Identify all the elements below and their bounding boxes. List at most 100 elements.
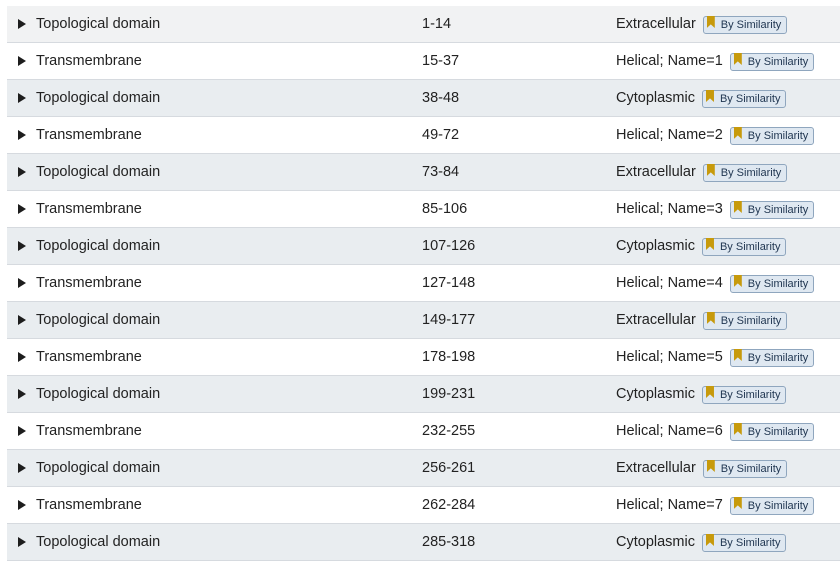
feature-position: 85-106	[422, 201, 468, 217]
feature-position: 127-148	[422, 275, 476, 291]
description-text: Helical; Name=3	[616, 201, 723, 217]
table-row[interactable]: Transmembrane 232-255 Helical; Name=6 By…	[7, 413, 840, 450]
evidence-badge[interactable]: By Similarity	[729, 127, 815, 145]
feature-position: 38-48	[422, 90, 460, 106]
expand-toggle[interactable]	[18, 265, 32, 301]
evidence-badge[interactable]: By Similarity	[729, 201, 815, 219]
description-text: Cytoplasmic	[616, 238, 695, 254]
feature-position: 199-231	[422, 386, 476, 402]
table-row[interactable]: Transmembrane 15-37 Helical; Name=1 By S…	[7, 43, 840, 80]
bookmark-icon	[706, 16, 715, 28]
table-row[interactable]: Topological domain 149-177 Extracellular…	[7, 302, 840, 339]
triangle-right-icon	[18, 19, 26, 29]
expand-toggle[interactable]	[18, 487, 32, 523]
table-row[interactable]: Topological domain 285-318 Cytoplasmic B…	[7, 524, 840, 561]
table-row[interactable]: Topological domain 256-261 Extracellular…	[7, 450, 840, 487]
bookmark-icon	[733, 497, 742, 509]
feature-type: Topological domain	[36, 16, 161, 32]
evidence-badge[interactable]: By Similarity	[729, 275, 815, 293]
expand-toggle[interactable]	[18, 413, 32, 449]
table-row[interactable]: Transmembrane 85-106 Helical; Name=3 By …	[7, 191, 840, 228]
table-row[interactable]: Transmembrane 49-72 Helical; Name=2 By S…	[7, 117, 840, 154]
expand-toggle[interactable]	[18, 302, 32, 338]
feature-position: 178-198	[422, 349, 476, 365]
evidence-badge[interactable]: By Similarity	[701, 90, 787, 108]
evidence-label: By Similarity	[747, 204, 809, 216]
feature-type: Topological domain	[36, 534, 161, 550]
description-text: Extracellular	[616, 312, 696, 328]
bookmark-icon	[733, 201, 742, 213]
evidence-badge[interactable]: By Similarity	[702, 460, 788, 478]
bookmark-icon	[733, 275, 742, 287]
expand-toggle[interactable]	[18, 154, 32, 190]
table-row[interactable]: Transmembrane 178-198 Helical; Name=5 By…	[7, 339, 840, 376]
feature-type: Topological domain	[36, 238, 161, 254]
description-text: Cytoplasmic	[616, 386, 695, 402]
evidence-badge[interactable]: By Similarity	[729, 53, 815, 71]
expand-toggle[interactable]	[18, 43, 32, 79]
table-row[interactable]: Topological domain 107-126 Cytoplasmic B…	[7, 228, 840, 265]
expand-toggle[interactable]	[18, 524, 32, 560]
table-row[interactable]: Topological domain 38-48 Cytoplasmic By …	[7, 80, 840, 117]
triangle-right-icon	[18, 130, 26, 140]
table-row[interactable]: Transmembrane 127-148 Helical; Name=4 By…	[7, 265, 840, 302]
feature-type: Transmembrane	[36, 349, 142, 365]
evidence-badge[interactable]: By Similarity	[702, 164, 788, 182]
features-table: Topological domain 1-14 Extracellular By…	[7, 6, 840, 561]
description-text: Extracellular	[616, 460, 696, 476]
evidence-badge[interactable]: By Similarity	[701, 534, 787, 552]
expand-toggle[interactable]	[18, 228, 32, 264]
feature-type: Transmembrane	[36, 127, 142, 143]
table-row[interactable]: Topological domain 199-231 Cytoplasmic B…	[7, 376, 840, 413]
evidence-badge[interactable]: By Similarity	[729, 349, 815, 367]
expand-toggle[interactable]	[18, 450, 32, 486]
expand-toggle[interactable]	[18, 117, 32, 153]
description-text: Helical; Name=2	[616, 127, 723, 143]
bookmark-icon	[705, 238, 714, 250]
description-text: Extracellular	[616, 164, 696, 180]
evidence-badge[interactable]: By Similarity	[702, 16, 788, 34]
feature-description: Cytoplasmic By Similarity	[616, 80, 787, 116]
table-row[interactable]: Topological domain 1-14 Extracellular By…	[7, 6, 840, 43]
feature-type: Topological domain	[36, 90, 161, 106]
evidence-badge[interactable]: By Similarity	[701, 386, 787, 404]
bookmark-icon	[706, 460, 715, 472]
bookmark-icon	[705, 90, 714, 102]
feature-type: Transmembrane	[36, 53, 142, 69]
feature-type: Topological domain	[36, 386, 161, 402]
feature-description: Helical; Name=7 By Similarity	[616, 487, 815, 523]
evidence-badge[interactable]: By Similarity	[702, 312, 788, 330]
feature-position: 285-318	[422, 534, 476, 550]
triangle-right-icon	[18, 204, 26, 214]
expand-toggle[interactable]	[18, 339, 32, 375]
expand-toggle[interactable]	[18, 191, 32, 227]
feature-type: Transmembrane	[36, 275, 142, 291]
feature-description: Helical; Name=2 By Similarity	[616, 117, 815, 153]
feature-position: 256-261	[422, 460, 476, 476]
expand-toggle[interactable]	[18, 80, 32, 116]
feature-position: 73-84	[422, 164, 460, 180]
expand-toggle[interactable]	[18, 376, 32, 412]
feature-type: Topological domain	[36, 164, 161, 180]
feature-type: Transmembrane	[36, 497, 142, 513]
table-row[interactable]: Topological domain 73-84 Extracellular B…	[7, 154, 840, 191]
evidence-badge[interactable]: By Similarity	[701, 238, 787, 256]
triangle-right-icon	[18, 315, 26, 325]
description-text: Helical; Name=5	[616, 349, 723, 365]
feature-position: 262-284	[422, 497, 476, 513]
feature-position: 1-14	[422, 16, 452, 32]
feature-description: Helical; Name=3 By Similarity	[616, 191, 815, 227]
description-text: Cytoplasmic	[616, 90, 695, 106]
description-text: Cytoplasmic	[616, 534, 695, 550]
feature-description: Extracellular By Similarity	[616, 6, 788, 42]
feature-type: Transmembrane	[36, 423, 142, 439]
evidence-badge[interactable]: By Similarity	[729, 423, 815, 441]
table-row[interactable]: Transmembrane 262-284 Helical; Name=7 By…	[7, 487, 840, 524]
description-text: Helical; Name=7	[616, 497, 723, 513]
triangle-right-icon	[18, 426, 26, 436]
feature-description: Extracellular By Similarity	[616, 302, 788, 338]
expand-toggle[interactable]	[18, 6, 32, 42]
bookmark-icon	[706, 312, 715, 324]
evidence-label: By Similarity	[747, 278, 809, 290]
evidence-badge[interactable]: By Similarity	[729, 497, 815, 515]
